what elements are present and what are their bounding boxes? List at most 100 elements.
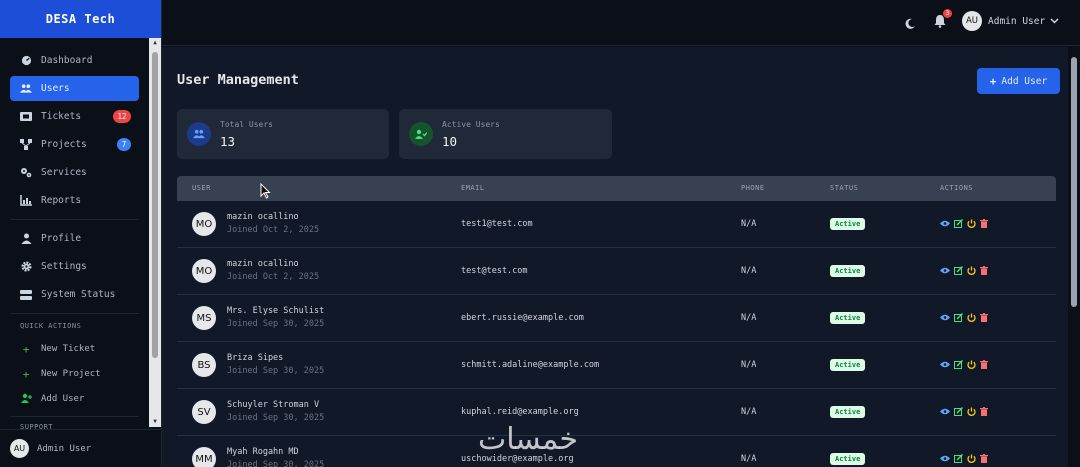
quick-action-label: New Ticket [41,344,96,354]
power-toggle-icon[interactable] [966,312,976,322]
stat-card-total-users: Total Users 13 [177,109,389,159]
delete-trash-icon[interactable] [979,453,989,463]
row-actions [940,453,992,463]
quick-action-label: New Project [41,369,101,379]
column-header-email[interactable]: EMAIL [461,184,485,192]
stat-label: Total Users [220,120,273,129]
dashboard-icon [20,55,32,67]
tickets-count-badge: 12 [113,110,131,123]
table-row[interactable]: MO mazin ocallino Joined Oct 2, 2025 tes… [177,248,1056,295]
view-eye-icon[interactable] [940,359,950,369]
scroll-up-arrow-icon[interactable]: ▲ [149,38,161,48]
power-toggle-icon[interactable] [966,453,976,463]
edit-icon[interactable] [953,265,963,275]
power-toggle-icon[interactable] [966,406,976,416]
table-row[interactable]: MM Myah Rogahn MD Joined Sep 30, 2025 us… [177,436,1056,467]
column-header-phone[interactable]: PHONE [741,184,765,192]
add-user-button-label: Add User [1001,75,1048,87]
user-phone: N/A [741,360,757,370]
sidebar-item-dashboard[interactable]: Dashboard [10,48,139,73]
row-actions [940,265,992,275]
power-toggle-icon[interactable] [966,218,976,228]
user-name: Schuyler Stroman V [227,400,320,410]
delete-trash-icon[interactable] [979,359,989,369]
view-eye-icon[interactable] [940,218,950,228]
power-toggle-icon[interactable] [966,265,976,275]
plus-icon: + [989,74,997,88]
edit-icon[interactable] [953,359,963,369]
topbar: 3 AU Admin User [162,0,1080,46]
user-email: ebert.russie@example.com [461,313,584,323]
delete-trash-icon[interactable] [979,406,989,416]
sidebar-item-label: Users [41,83,70,94]
quick-action-add-user[interactable]: Add User [10,388,139,410]
delete-trash-icon[interactable] [979,218,989,228]
user-name: Mrs. Elyse Schulist [227,306,325,316]
add-user-icon [20,393,32,406]
user-name: Briza Sipes [227,353,284,363]
sidebar-divider [10,416,139,417]
view-eye-icon[interactable] [940,265,950,275]
sidebar-item-settings[interactable]: Settings [10,254,139,279]
edit-icon[interactable] [953,406,963,416]
table-row[interactable]: MO mazin ocallino Joined Oct 2, 2025 tes… [177,201,1056,248]
quick-action-new-project[interactable]: + New Project [10,363,139,385]
sidebar-item-label: Settings [41,261,87,272]
sidebar-item-system-status[interactable]: System Status [10,282,139,307]
mouse-cursor-icon [260,182,271,203]
sidebar-item-reports[interactable]: Reports [10,188,139,213]
delete-trash-icon[interactable] [979,265,989,275]
column-header-user[interactable]: USER [192,184,211,192]
settings-icon [20,261,32,273]
sidebar-item-profile[interactable]: Profile [10,226,139,251]
avatar: AU [10,439,29,458]
avatar: MO [192,212,216,236]
ticket-icon [20,111,32,123]
edit-icon[interactable] [953,218,963,228]
avatar: MS [192,306,216,330]
stat-label: Active Users [442,120,500,129]
table-row[interactable]: SV Schuyler Stroman V Joined Sep 30, 202… [177,389,1056,436]
table-row[interactable]: MS Mrs. Elyse Schulist Joined Sep 30, 20… [177,295,1056,342]
view-eye-icon[interactable] [940,312,950,322]
quick-action-new-ticket[interactable]: + New Ticket [10,338,139,360]
projects-icon [20,139,32,151]
scroll-down-arrow-icon[interactable]: ▼ [149,417,161,427]
power-toggle-icon[interactable] [966,359,976,369]
sidebar-item-tickets[interactable]: Tickets 12 [10,104,139,129]
view-eye-icon[interactable] [940,453,950,463]
edit-icon[interactable] [953,453,963,463]
sidebar-item-users[interactable]: Users [10,76,139,101]
edit-icon[interactable] [953,312,963,322]
user-menu[interactable]: AU Admin User [962,11,1059,31]
user-name: Myah Rogahn MD [227,447,299,457]
table-row[interactable]: BS Briza Sipes Joined Sep 30, 2025 schmi… [177,342,1056,389]
row-actions [940,312,992,322]
user-email: schmitt.adaline@example.com [461,360,600,370]
sidebar-item-services[interactable]: Services [10,160,139,185]
user-name: mazin ocallino [227,259,299,269]
main-scroll-thumb[interactable] [1071,57,1077,307]
brand-logo[interactable]: DESA Tech [0,0,161,38]
sidebar-user-name: Admin User [37,443,92,454]
sidebar-user[interactable]: AU Admin User [0,429,162,467]
table-body: MO mazin ocallino Joined Oct 2, 2025 tes… [177,201,1056,467]
column-header-status[interactable]: STATUS [830,184,858,192]
avatar: MM [192,447,216,467]
user-phone: N/A [741,313,757,323]
row-actions [940,359,992,369]
sidebar-nav: Dashboard Users Tickets 12 Projects 7 Se… [0,38,149,439]
add-user-button[interactable]: + Add User [977,68,1060,94]
view-eye-icon[interactable] [940,406,950,416]
sidebar-divider [10,219,139,220]
delete-trash-icon[interactable] [979,312,989,322]
dark-mode-moon-icon[interactable] [904,15,918,29]
user-menu-name: Admin User [988,15,1046,27]
main-scrollbar[interactable] [1068,47,1080,467]
sidebar-item-projects[interactable]: Projects 7 [10,132,139,157]
sidebar-scroll-thumb[interactable] [152,52,158,358]
avatar: SV [192,400,216,424]
sidebar-scrollbar[interactable]: ▲ ▼ [149,38,161,427]
reports-icon [20,195,32,207]
main-content: User Management + Add User Total Users 1… [162,47,1068,467]
